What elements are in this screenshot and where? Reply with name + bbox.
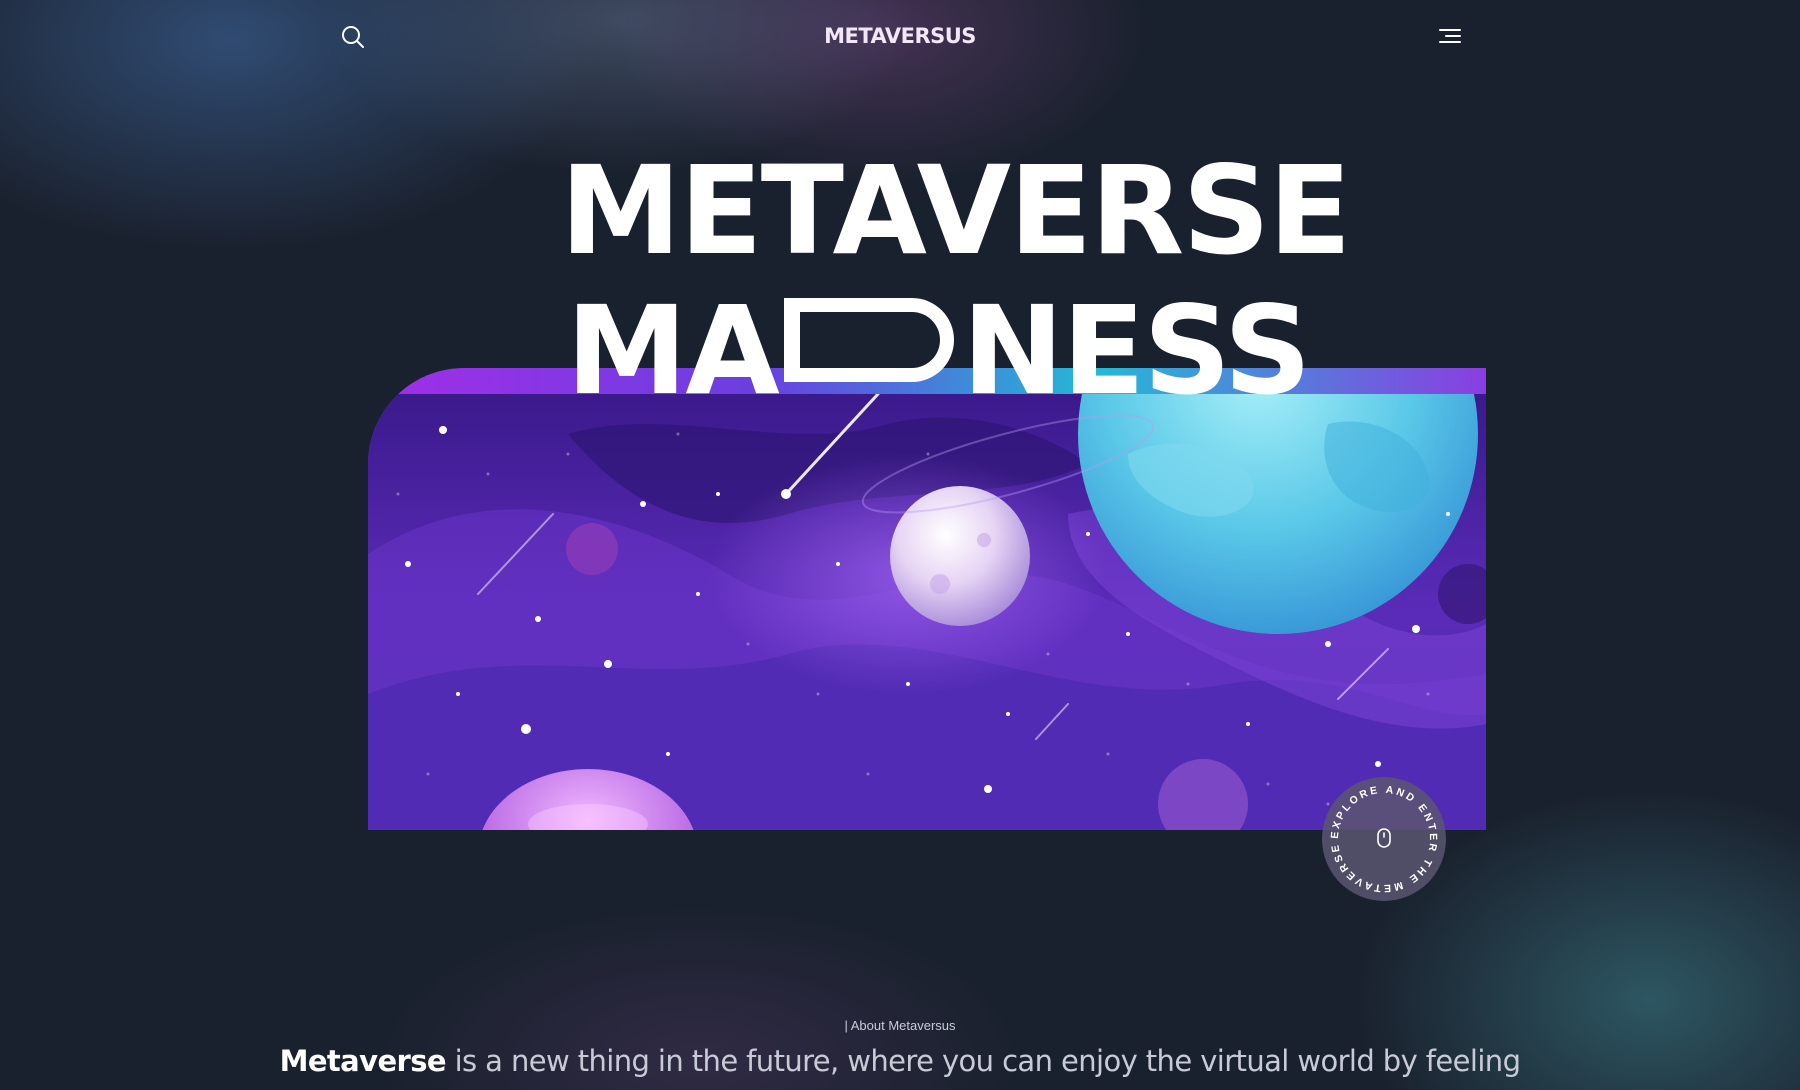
page: METAVERSUS METAVERSE MA NESS EXPLORE AND… [0, 0, 1800, 1090]
about-text-rest: is a new thing in the future, where you … [445, 1044, 1521, 1078]
space-illustration [368, 394, 1486, 830]
hero-title-line-2-end: NESS [961, 280, 1312, 422]
about-text-bold: Metaverse [279, 1044, 447, 1078]
menu-icon[interactable] [1434, 24, 1464, 50]
explore-metaverse-badge[interactable]: EXPLORE AND ENTER THE METAVERSE [1320, 775, 1448, 903]
letter-d-shape [783, 298, 954, 382]
hero-title-line-1: METAVERSE [560, 140, 1352, 282]
about-label: | About Metaversus [844, 1018, 956, 1033]
hero-banner [368, 368, 1486, 830]
site-logo[interactable]: METAVERSUS [0, 24, 1800, 48]
hero-title-line-2: MA NESS [566, 290, 1312, 412]
about-text: Metaverse is a new thing in the future, … [0, 1044, 1800, 1078]
hero-title-line-2-start: MA [566, 280, 780, 422]
